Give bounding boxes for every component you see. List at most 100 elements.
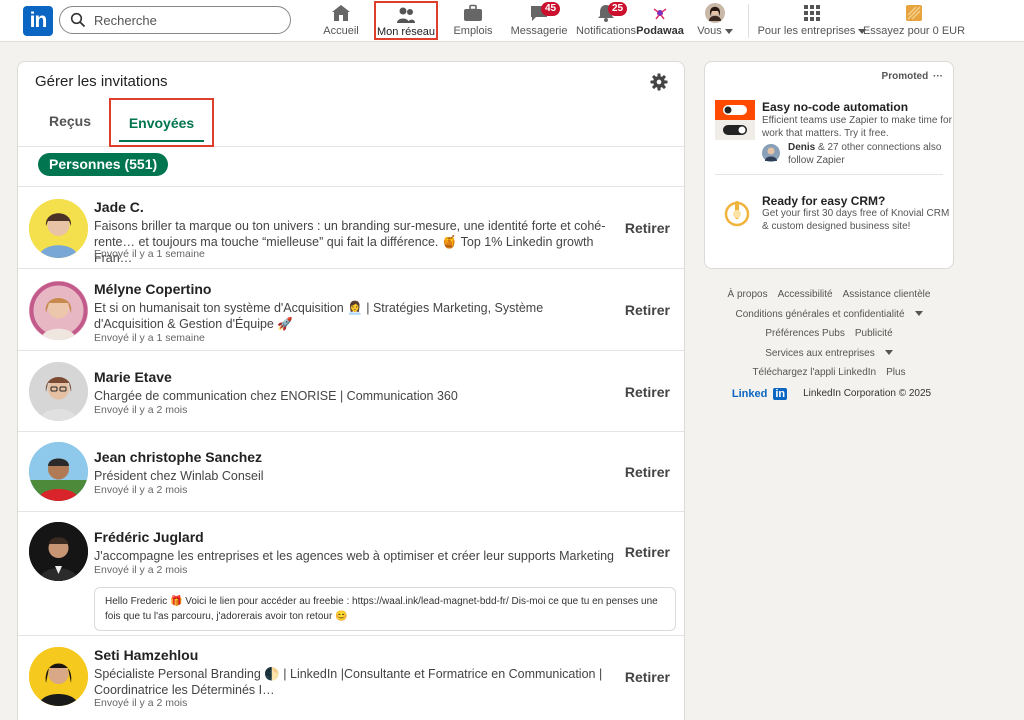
avatar[interactable] [29,199,88,258]
avatar[interactable] [29,442,88,501]
nav-me[interactable]: Vous [696,3,734,39]
footer-link-more[interactable]: Plus [886,367,905,378]
chevron-down-icon [724,28,733,34]
invitation-message: Hello Frederic 🎁 Voici le lien pour accé… [94,587,676,631]
active-tab-indicator [119,140,204,142]
copyright: Linked in LinkedIn Corporation © 2025 [704,387,954,400]
chevron-down-icon[interactable] [884,350,893,356]
avatar[interactable] [29,522,88,581]
search-box[interactable] [59,6,291,34]
podawaa-icon [653,8,667,20]
person-headline: Spécialiste Personal Branding 🌓 | Linked… [94,667,603,697]
footer-link-advertising[interactable]: Publicité [855,328,893,339]
tab-sent-label: Envoyées [128,115,195,131]
sent-time: Envoyé il y a 2 mois [94,697,188,709]
footer-link-business-services[interactable]: Services aux entreprises [765,348,875,359]
page-title: Gérer les invitations [35,73,168,90]
person-name[interactable]: Jean christophe Sanchez [94,449,262,465]
nav-premium-label: Essayez pour 0 EUR [862,25,966,37]
withdraw-button[interactable]: Retirer [625,544,670,560]
person-name[interactable]: Frédéric Juglard [94,529,204,545]
nav-for-business-label: Pour les entreprises [758,25,867,37]
person-name[interactable]: Mélyne Copertino [94,281,211,297]
linkedin-logo[interactable]: in [23,6,53,36]
invitations-card: Gérer les invitations Reçus Envoyées Per… [17,61,685,720]
filter-people-pill[interactable]: Personnes (551) [38,153,169,176]
avatar-icon [705,3,725,23]
nav-for-business[interactable]: Pour les entreprises [758,3,867,39]
ad-zapier[interactable]: Easy no-code automation Efficient teams … [715,100,952,170]
invitations-tabs: Reçus Envoyées [18,98,684,147]
footer-links: À propos Accessibilité Assistance clientèl… [704,285,954,400]
sent-invitations-list: Jade C. Faisons briller ta marque ou ton… [18,186,684,719]
list-item: Jade C. Faisons briller ta marque ou ton… [18,186,684,268]
withdraw-button[interactable]: Retirer [625,384,670,400]
wordmark-in: in [773,387,788,400]
search-input[interactable] [94,12,284,28]
promoted-text: Promoted [881,71,929,82]
person-name[interactable]: Marie Etave [94,369,172,385]
home-icon [332,5,350,21]
nav-me-text: Vous [697,25,722,37]
avatar[interactable] [29,281,88,340]
briefcase-icon [464,4,482,21]
footer-link-get-app[interactable]: Téléchargez l'appli LinkedIn [752,367,876,378]
person-headline: Chargée de communication chez ENORISE | … [94,389,458,403]
messaging-badge: 45 [541,2,561,16]
network-icon [397,7,415,23]
nav-notifications[interactable]: 25 Notifications [576,2,636,39]
avatar[interactable] [29,362,88,421]
nav-my-network-label: Mon réseau [376,26,436,38]
nav-messaging[interactable]: 45 Messagerie [510,2,568,39]
promoted-label: Promoted ··· [882,71,943,82]
ad-knovial[interactable]: Ready for easy CRM? Get your first 30 da… [715,194,951,254]
nav-messaging-label: Messagerie [510,25,568,37]
wordmark-text: Linked [731,387,768,400]
list-item: Seti Hamzehlou Spécialiste Personal Bran… [18,635,684,719]
ad-title[interactable]: Easy no-code automation [762,100,908,114]
ad-title[interactable]: Ready for easy CRM? [762,194,885,208]
footer-link-help[interactable]: Assistance clientèle [843,289,931,300]
premium-icon [906,5,922,21]
withdraw-button[interactable]: Retirer [625,464,670,480]
nav-home[interactable]: Accueil [322,3,360,39]
nav-notifications-label: Notifications [576,25,636,37]
nav-for-business-text: Pour les entreprises [757,25,856,37]
global-nav: in Accueil Mon réseau Emplois 45 Message… [0,0,1024,42]
list-item: Marie Etave Chargée de communication che… [18,350,684,431]
notifications-badge: 25 [608,2,628,16]
more-options-icon[interactable]: ··· [933,71,943,82]
list-item: Jean christophe Sanchez Président chez W… [18,431,684,511]
withdraw-button[interactable]: Retirer [625,669,670,685]
nav-my-network[interactable]: Mon réseau [374,1,438,40]
footer-link-ad-preferences[interactable]: Préférences Pubs [765,328,845,339]
connection-avatar [762,144,780,162]
person-headline: Président chez Winlab Conseil [94,469,264,483]
sent-time: Envoyé il y a 2 mois [94,404,188,416]
tab-received[interactable]: Reçus [40,98,100,147]
avatar[interactable] [29,647,88,706]
copyright-text: LinkedIn Corporation © 2025 [803,388,932,399]
nav-podawaa-label: Podawaa [636,25,684,37]
ad-description: Efficient teams use Zapier to make time … [762,115,952,139]
connection-name: Denis [788,142,816,153]
withdraw-button[interactable]: Retirer [625,220,670,236]
person-name[interactable]: Jade C. [94,199,144,215]
divider [715,174,943,175]
nav-me-label: Vous [697,25,733,37]
ad-description: Get your first 30 days free of Knovial C… [762,208,950,232]
gear-icon[interactable] [650,73,668,91]
nav-jobs-label: Emplois [453,25,493,37]
nav-podawaa[interactable]: Podawaa [636,3,684,39]
sent-time: Envoyé il y a 1 semaine [94,248,205,260]
withdraw-button[interactable]: Retirer [625,302,670,318]
tab-sent[interactable]: Envoyées [109,98,214,147]
nav-divider [748,4,749,38]
nav-jobs[interactable]: Emplois [452,3,494,39]
person-name[interactable]: Seti Hamzehlou [94,647,198,663]
footer-link-accessibility[interactable]: Accessibilité [778,289,833,300]
footer-link-about[interactable]: À propos [728,289,768,300]
footer-link-terms[interactable]: Conditions générales et confidentialité [736,309,905,320]
nav-premium[interactable]: Essayez pour 0 EUR [862,3,966,39]
chevron-down-icon[interactable] [914,311,923,317]
